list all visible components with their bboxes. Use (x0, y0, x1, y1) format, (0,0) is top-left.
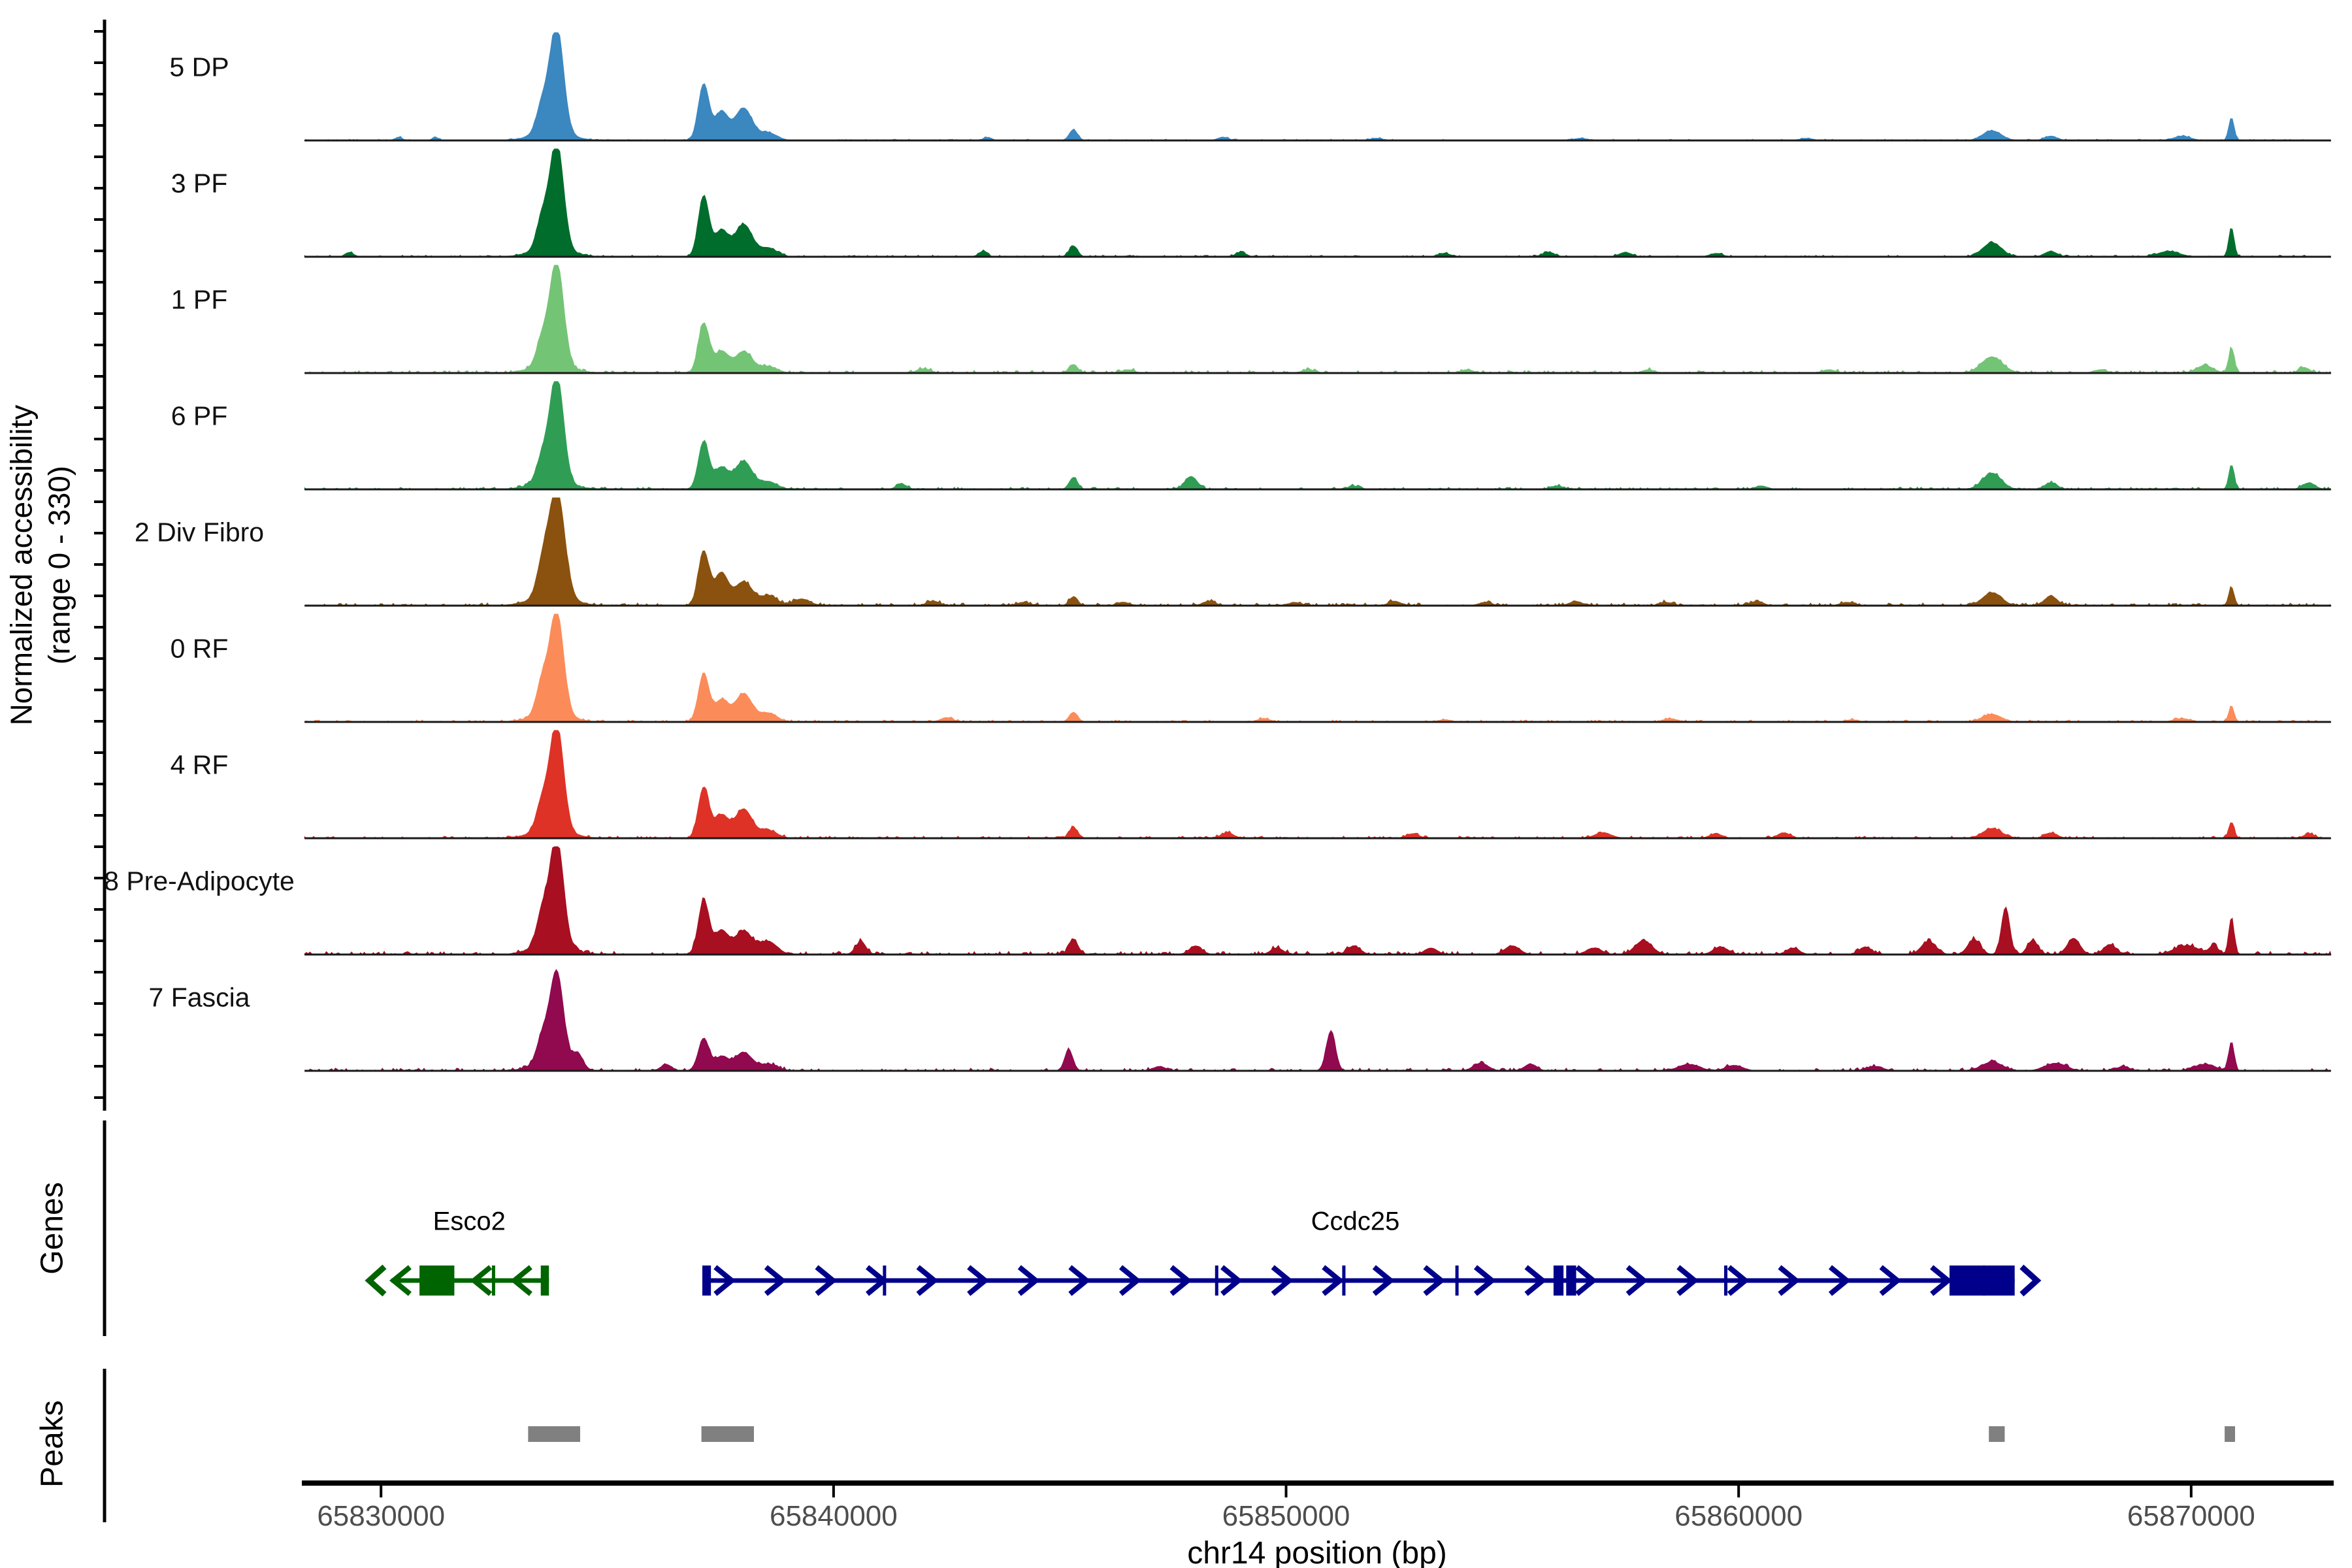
x-axis-title: chr14 position (bp) (1187, 1535, 1447, 1568)
coverage-track-3 (304, 265, 2331, 373)
coverage-track-9 (304, 970, 2331, 1071)
gene-exon (419, 1266, 454, 1296)
track-label: 5 DP (169, 52, 229, 83)
gene-exon (492, 1266, 495, 1296)
gene-exon (1566, 1266, 1576, 1296)
x-axis-tick-label: 65860000 (1674, 1500, 1803, 1533)
coverage-track-4 (304, 382, 2331, 489)
coverage-track-8 (304, 847, 2331, 955)
track-label: 6 PF (171, 401, 228, 432)
track-label: 1 PF (171, 285, 228, 316)
genes-panel-label: Genes (35, 1182, 71, 1274)
gene-exon (1724, 1266, 1727, 1296)
gene-terminal-arrow-icon (2024, 1269, 2037, 1292)
x-axis-tick-label: 65830000 (317, 1500, 445, 1533)
track-label: 7 Fascia (149, 983, 250, 1013)
peak-region-bar (2225, 1426, 2235, 1442)
gene-exon (1456, 1266, 1459, 1296)
y-axis-label-line1: Normalized accessibility (3, 405, 41, 726)
coverage-track-1 (304, 33, 2331, 140)
gene-name-label: Ccdc25 (1311, 1207, 1400, 1237)
coverage-track-2 (304, 149, 2331, 257)
track-label: 3 PF (171, 169, 228, 199)
track-label: 8 Pre-Adipocyte (104, 866, 295, 897)
y-axis-label: Normalized accessibility (range 0 - 330) (3, 405, 78, 726)
gene-exon (883, 1266, 886, 1296)
peak-region-bar (702, 1426, 754, 1442)
gene-exon (1950, 1266, 2015, 1296)
gene-exon (541, 1266, 549, 1296)
gene-exon (1342, 1266, 1345, 1296)
x-axis-tick-label: 65840000 (770, 1500, 898, 1533)
x-axis-tick-label: 65870000 (2127, 1500, 2255, 1533)
gene-name-label: Esco2 (433, 1207, 506, 1237)
genome-browser-figure: Normalized accessibility (range 0 - 330)… (0, 0, 2352, 1568)
coverage-track-7 (304, 730, 2331, 838)
genome-browser-canvas (0, 0, 2352, 1568)
track-label: 2 Div Fibro (135, 517, 264, 548)
coverage-track-6 (304, 614, 2331, 722)
x-axis-tick-label: 65850000 (1222, 1500, 1350, 1533)
gene-exon (1215, 1266, 1218, 1296)
peak-region-bar (528, 1426, 580, 1442)
track-label: 0 RF (171, 634, 229, 664)
coverage-track-5 (304, 498, 2331, 606)
track-label: 4 RF (171, 750, 229, 781)
peak-region-bar (1989, 1426, 2004, 1442)
y-axis-label-line2: (range 0 - 330) (41, 405, 78, 726)
gene-exon (1554, 1266, 1563, 1296)
peaks-panel-label: Peaks (35, 1400, 71, 1487)
gene-exon (702, 1266, 711, 1296)
gene-terminal-arrow-icon (369, 1269, 382, 1292)
